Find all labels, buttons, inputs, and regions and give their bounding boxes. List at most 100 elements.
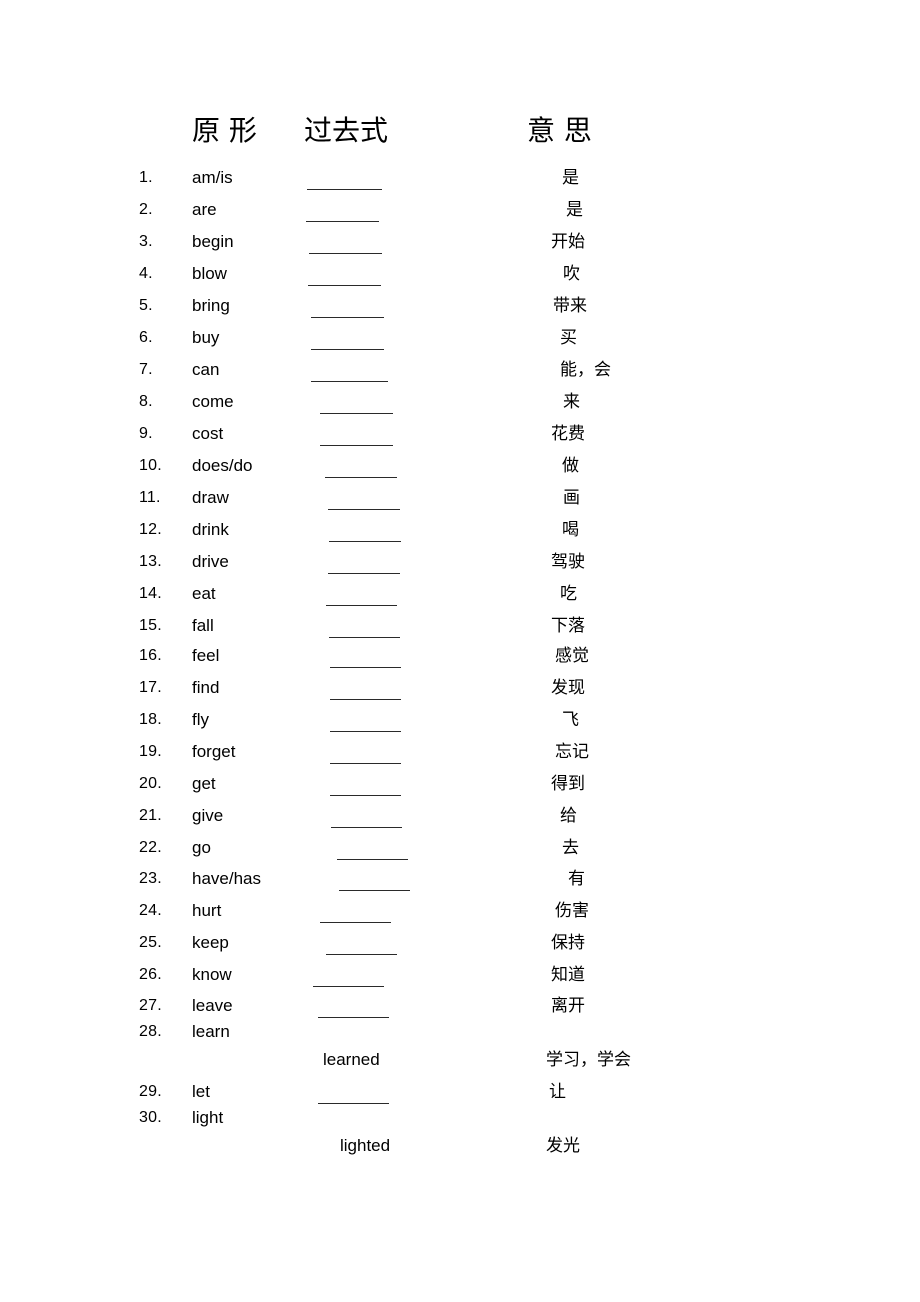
past-form-answer-blank[interactable] (311, 295, 384, 318)
base-form-word: begin (192, 232, 234, 251)
row-number: 11. (139, 489, 161, 506)
base-form-word: eat (192, 584, 216, 603)
base-form-word: forget (192, 742, 236, 761)
past-form-answer-blank[interactable] (320, 391, 393, 414)
base-form-word: leave (192, 996, 233, 1015)
base-form-word: blow (192, 264, 227, 283)
row-number: 2. (139, 201, 153, 218)
meaning-text: 去 (562, 838, 579, 858)
worksheet-page: 原 形 过去式 意 思 1. am/is 是 2. are 是 3. begin 开始 4. blo… (0, 0, 920, 1302)
past-form-answer-blank[interactable] (326, 583, 397, 606)
base-form-word: get (192, 774, 216, 793)
row-number: 30. (139, 1109, 162, 1126)
row-number: 17. (139, 679, 162, 696)
row-number: 14. (139, 585, 162, 602)
verb-row: 15. fall 下落 (0, 615, 920, 647)
base-form-word: find (192, 678, 220, 697)
base-form-word: drink (192, 520, 229, 539)
meaning-text: 吃 (560, 584, 577, 604)
past-form-answer-blank[interactable] (320, 423, 393, 446)
past-form-answer-blank[interactable] (329, 519, 401, 542)
meaning-text: 驾驶 (551, 552, 585, 572)
row-number: 29. (139, 1083, 162, 1100)
past-form-word: lighted (340, 1136, 391, 1155)
meaning-text: 有 (568, 869, 585, 889)
past-form-answer-blank[interactable] (329, 615, 400, 638)
base-form-word: does/do (192, 456, 253, 475)
meaning-text: 伤害 (555, 901, 589, 921)
past-form-answer-blank[interactable] (318, 995, 389, 1018)
verb-row: 16. feel 感觉 (0, 645, 920, 677)
base-form-word: draw (192, 488, 229, 507)
past-form-answer-blank[interactable] (311, 327, 384, 350)
base-form-word: learn (192, 1022, 230, 1041)
row-number: 18. (139, 711, 162, 728)
row-number: 21. (139, 807, 162, 824)
base-form-word: am/is (192, 168, 233, 187)
past-form-answer-blank[interactable] (306, 199, 379, 222)
base-form-word: buy (192, 328, 220, 347)
past-form-answer-blank[interactable] (337, 837, 408, 860)
row-number: 28. (139, 1023, 162, 1040)
verb-list: 1. am/is 是 2. are 是 3. begin 开始 4. blow 吹 5. bring 带来 6… (0, 0, 920, 1302)
meaning-text: 画 (563, 488, 580, 508)
meaning-text: 是 (566, 200, 583, 220)
meaning-text: 学习，学会 (546, 1050, 631, 1070)
past-form-answer-blank[interactable] (325, 455, 397, 478)
past-form-answer-blank[interactable] (330, 677, 401, 700)
past-form-answer-blank[interactable] (330, 709, 401, 732)
verb-row: 10. does/do 做 (0, 455, 920, 487)
base-form-word: know (192, 965, 232, 984)
past-form-answer-blank[interactable] (313, 964, 384, 987)
meaning-text: 吹 (563, 264, 580, 284)
base-form-word: fall (192, 616, 214, 635)
verb-row: 6. buy 买 (0, 327, 920, 359)
meaning-text: 发现 (551, 678, 585, 698)
past-form-answer-blank[interactable] (309, 231, 382, 254)
verb-row: 21. give 给 (0, 805, 920, 837)
row-number: 22. (139, 839, 162, 856)
base-form-word: bring (192, 296, 230, 315)
row-number: 13. (139, 553, 162, 570)
meaning-text: 来 (563, 392, 580, 412)
past-form-answer-blank[interactable] (320, 900, 391, 923)
verb-row: 18. fly 飞 (0, 709, 920, 741)
past-form-word: learned (323, 1050, 380, 1069)
meaning-text: 带来 (553, 296, 587, 316)
verb-row: 3. begin 开始 (0, 231, 920, 263)
base-form-word: are (192, 200, 217, 219)
past-form-answer-blank[interactable] (326, 932, 397, 955)
base-form-word: fly (192, 710, 209, 729)
past-form-answer-blank[interactable] (331, 805, 402, 828)
base-form-word: light (192, 1108, 224, 1127)
verb-row: 22. go 去 (0, 837, 920, 869)
base-form-word: have/has (192, 869, 261, 888)
row-number: 4. (139, 265, 153, 282)
past-form-answer-blank[interactable] (311, 359, 388, 382)
row-number: 12. (139, 521, 162, 538)
past-form-answer-blank[interactable] (307, 167, 382, 190)
base-form-word: can (192, 360, 220, 379)
meaning-text: 花费 (551, 424, 585, 444)
past-form-answer-blank[interactable] (330, 773, 401, 796)
verb-row: 19. forget 忘记 (0, 741, 920, 773)
meaning-text: 买 (560, 328, 577, 348)
row-number: 15. (139, 617, 162, 634)
row-number: 16. (139, 647, 162, 664)
past-form-answer-blank[interactable] (330, 645, 401, 668)
past-form-answer-blank[interactable] (330, 741, 401, 764)
row-number: 24. (139, 902, 162, 919)
past-form-answer-blank[interactable] (328, 487, 400, 510)
base-form-word: cost (192, 424, 224, 443)
past-form-answer-blank[interactable] (339, 868, 410, 891)
verb-row: 17. find 发现 (0, 677, 920, 709)
verb-row: 4. blow 吹 (0, 263, 920, 295)
verb-row: 1. am/is 是 (0, 167, 920, 199)
verb-row: 7. can 能，会 (0, 359, 920, 391)
base-form-word: come (192, 392, 234, 411)
meaning-text: 能，会 (560, 360, 611, 380)
past-form-answer-blank[interactable] (308, 263, 381, 286)
meaning-text: 喝 (562, 520, 579, 540)
past-form-answer-blank[interactable] (318, 1081, 389, 1104)
past-form-answer-blank[interactable] (328, 551, 400, 574)
